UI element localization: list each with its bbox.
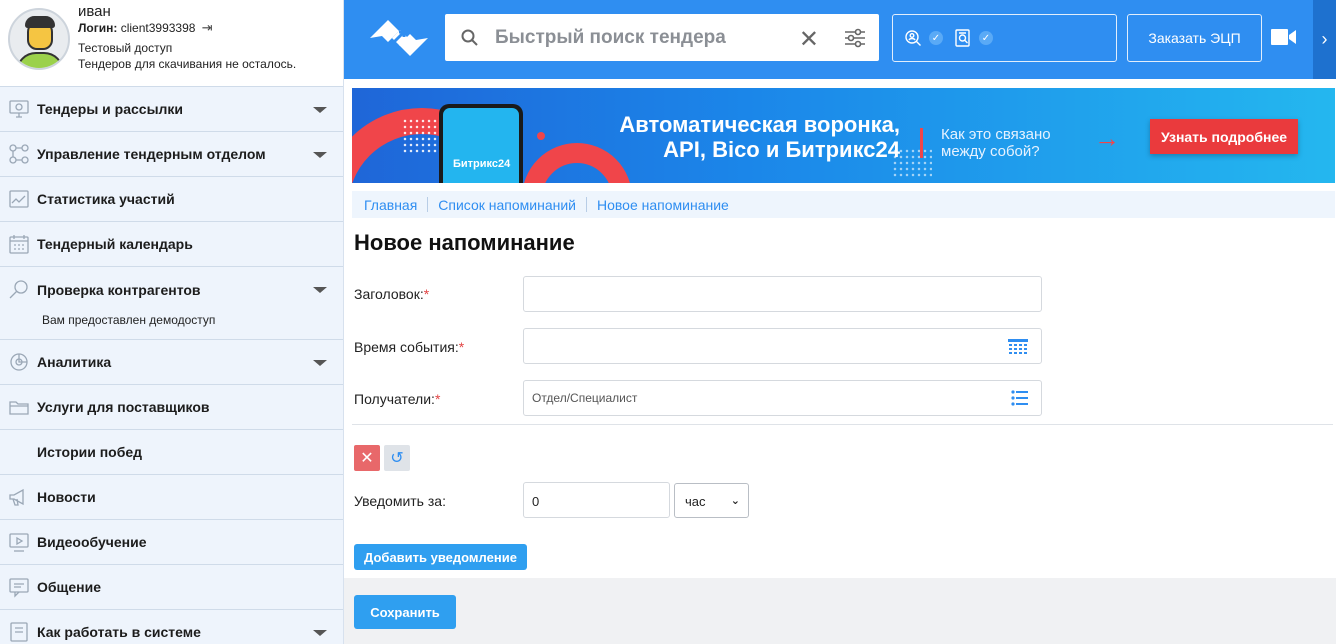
sidebar: иван Логин: client3993398 ⇥ Тестовый дос… [0, 0, 344, 644]
sidebar-item-calendar[interactable]: Тендерный календарь [0, 222, 343, 267]
notify-label: Уведомить за: [354, 493, 446, 509]
title-input[interactable] [523, 276, 1042, 312]
search-person-icon [903, 28, 923, 48]
breadcrumb: Главная Список напоминаний Новое напомин… [352, 191, 1335, 218]
sidebar-item-label: Услуги для поставщиков [37, 399, 210, 415]
calendar-icon [0, 222, 37, 267]
undo-icon: ↺ [390, 450, 404, 467]
clear-icon[interactable]: ✕ [799, 25, 819, 54]
add-notification-button[interactable]: Добавить уведомление [354, 544, 527, 570]
help-book-icon [0, 610, 37, 644]
chevron-down-icon: ⌄ [730, 495, 740, 507]
sidebar-item-statistics[interactable]: Статистика участий [0, 177, 343, 222]
sidebar-item-label: Тендерный календарь [37, 236, 193, 252]
stats-chart-icon [0, 177, 37, 222]
page-title: Новое напоминание [354, 230, 575, 255]
search-box[interactable]: ✕ [445, 14, 879, 61]
search-icon [445, 29, 495, 47]
save-button[interactable]: Сохранить [354, 595, 456, 629]
event-time-label: Время события:* [354, 339, 465, 355]
calendar-icon[interactable] [1007, 337, 1029, 360]
logo-icon[interactable] [368, 16, 430, 60]
sidebar-item-label: Аналитика [37, 354, 112, 370]
chevron-down-icon[interactable] [313, 360, 327, 366]
sidebar-item-department[interactable]: Управление тендерным отделом [0, 132, 343, 177]
banner-title: Автоматическая воронка, API, Bico и Битр… [619, 112, 900, 162]
chevron-down-icon[interactable] [313, 287, 327, 293]
breadcrumb-home[interactable]: Главная [364, 197, 417, 213]
sidebar-item-label: Статистика участий [37, 191, 175, 207]
breadcrumb-reminders[interactable]: Список напоминаний [438, 197, 576, 213]
sidebar-item-label: Управление тендерным отделом [37, 146, 266, 162]
logout-icon[interactable]: ⇥ [202, 20, 213, 36]
sidebar-item-how-to[interactable]: Как работать в системе [0, 610, 343, 644]
notify-unit-select[interactable]: час ⌄ [674, 483, 749, 518]
megaphone-icon [0, 475, 37, 520]
avatar[interactable] [8, 8, 70, 70]
filter-settings-icon[interactable] [843, 26, 867, 55]
video-lesson-icon [0, 520, 37, 565]
sidebar-item-label: Проверка контрагентов [37, 282, 201, 298]
user-name: иван [78, 3, 111, 20]
monitor-icon [0, 87, 37, 132]
demo-access-note: Вам предоставлен демодоступ [42, 313, 216, 327]
magnifier-icon [0, 267, 37, 312]
sidebar-item-label: Истории побед [37, 444, 143, 460]
sidebar-item-label: Как работать в системе [37, 624, 201, 640]
banner-question: Как это связано между собой? [941, 126, 1051, 160]
sidebar-item-label: Тендеры и рассылки [37, 101, 184, 117]
profile-block: иван Логин: client3993398 ⇥ Тестовый дос… [0, 0, 343, 87]
pie-chart-icon [0, 340, 37, 385]
recipients-input[interactable]: Отдел/Специалист [523, 380, 1042, 416]
video-camera-icon[interactable] [1271, 27, 1297, 52]
sidebar-item-label: Общение [37, 579, 101, 595]
top-bar: ✕ ✓ ✓ Заказать ЭЦП › [344, 0, 1336, 79]
sidebar-item-news[interactable]: Новости [0, 475, 343, 520]
sidebar-item-video-learning[interactable]: Видеообучение [0, 520, 343, 565]
chevron-down-icon[interactable] [313, 107, 327, 113]
list-icon[interactable] [1011, 389, 1029, 412]
sidebar-item-counterparties[interactable]: Проверка контрагентов Вам предоставлен д… [0, 267, 343, 340]
phone-image: Битрикс24 [439, 104, 523, 183]
check-icon: ✓ [929, 31, 943, 45]
chevron-right-icon[interactable]: › [1313, 0, 1336, 79]
sidebar-item-label: Новости [37, 489, 96, 505]
order-ecp-button[interactable]: Заказать ЭЦП [1127, 14, 1262, 62]
access-status: Тестовый доступ [78, 41, 173, 55]
remove-notification-button[interactable]: ✕ [354, 445, 380, 471]
event-time-input[interactable] [523, 328, 1042, 364]
sidebar-item-analytics[interactable]: Аналитика [0, 340, 343, 385]
reset-button[interactable]: ↺ [384, 445, 410, 471]
form-footer [344, 578, 1336, 644]
chevron-down-icon[interactable] [313, 152, 327, 158]
sidebar-item-supplier-services[interactable]: Услуги для поставщиков [0, 385, 343, 430]
profile-info: иван Логин: client3993398 ⇥ Тестовый дос… [78, 4, 297, 86]
close-icon: ✕ [360, 450, 374, 467]
title-label: Заголовок:* [354, 286, 430, 302]
search-input[interactable] [495, 26, 785, 49]
learn-more-button[interactable]: Узнать подробнее [1150, 119, 1298, 154]
sidebar-item-success-stories[interactable]: Истории побед [0, 430, 343, 475]
promo-banner[interactable]: Битрикс24 Автоматическая воронка, API, B… [352, 88, 1335, 183]
login-label: Логин: [78, 21, 118, 35]
check-icon: ✓ [979, 31, 993, 45]
org-chart-icon [0, 132, 37, 177]
sidebar-item-label: Видеообучение [37, 534, 147, 550]
arrow-right-icon: → [1094, 123, 1120, 153]
downloads-status: Тендеров для скачивания не осталось. [78, 57, 297, 71]
chat-icon [0, 565, 37, 610]
recipients-placeholder: Отдел/Специалист [532, 391, 638, 405]
phone-brand: Битрикс24 [453, 158, 511, 170]
notify-amount-input[interactable]: 0 [523, 482, 670, 518]
document-search-icon [953, 28, 973, 48]
sidebar-item-communication[interactable]: Общение [0, 565, 343, 610]
recipients-label: Получатели:* [354, 391, 441, 407]
service-checks[interactable]: ✓ ✓ [892, 14, 1117, 62]
sidebar-item-tenders[interactable]: Тендеры и рассылки [0, 87, 343, 132]
login-value: client3993398 [120, 21, 196, 35]
chevron-down-icon[interactable] [313, 630, 327, 636]
breadcrumb-current[interactable]: Новое напоминание [597, 197, 729, 213]
folder-icon [0, 385, 37, 430]
